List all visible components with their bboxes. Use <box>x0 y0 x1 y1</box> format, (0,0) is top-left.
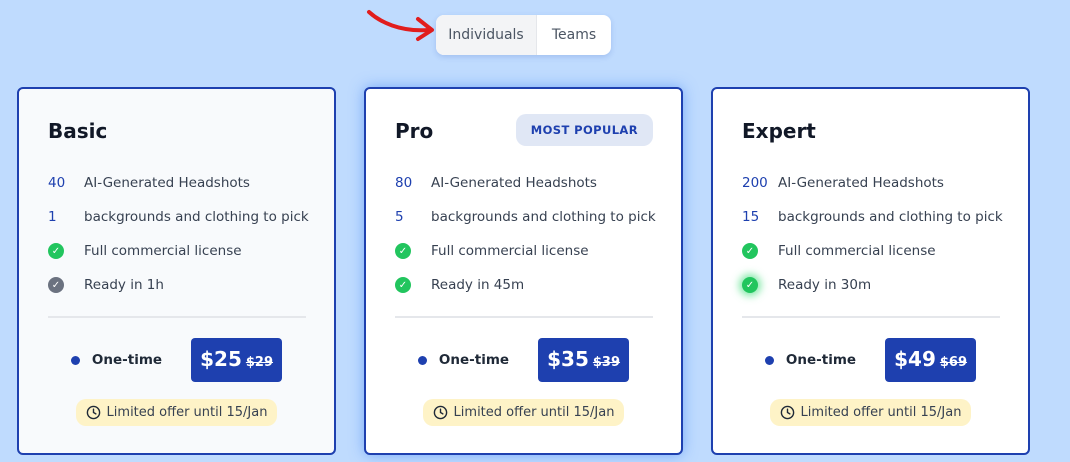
divider <box>742 316 1000 318</box>
offer-row: Limited offer until 15/Jan <box>713 399 1028 426</box>
offer-badge: Limited offer until 15/Jan <box>75 399 278 426</box>
backgrounds-count: 5 <box>395 209 404 225</box>
headshots-label: AI-Generated Headshots <box>431 175 597 191</box>
offer-text: Limited offer until 15/Jan <box>800 405 962 420</box>
plan-type-toggle: Individuals Teams <box>436 15 611 55</box>
feature-list: 200 AI-Generated Headshots 15 background… <box>742 166 1018 302</box>
payment-type-label: One-time <box>91 352 163 368</box>
toggle-individuals[interactable]: Individuals <box>436 15 537 55</box>
plan-card-expert: Expert 200 AI-Generated Headshots 15 bac… <box>711 87 1030 455</box>
divider <box>395 316 653 318</box>
feature-headshots: 80 AI-Generated Headshots <box>395 166 671 200</box>
divider <box>48 316 306 318</box>
license-label: Full commercial license <box>84 243 242 259</box>
most-popular-badge: MOST POPULAR <box>515 114 653 146</box>
price: $35 <box>547 347 589 371</box>
license-label: Full commercial license <box>431 243 589 259</box>
feature-list: 80 AI-Generated Headshots 5 backgrounds … <box>395 166 671 302</box>
plan-title: Expert <box>742 119 816 143</box>
feature-headshots: 200 AI-Generated Headshots <box>742 166 1018 200</box>
feature-license: ✓ Full commercial license <box>395 234 671 268</box>
payment-row: One-time $49 $69 <box>713 338 1028 382</box>
offer-row: Limited offer until 15/Jan <box>19 399 334 426</box>
old-price: $29 <box>245 355 274 370</box>
headshots-label: AI-Generated Headshots <box>778 175 944 191</box>
feature-backgrounds: 15 backgrounds and clothing to pick <box>742 200 1018 234</box>
feature-ready: ✓ Ready in 30m <box>742 268 1018 302</box>
feature-ready: ✓ Ready in 45m <box>395 268 671 302</box>
check-icon: ✓ <box>742 243 758 259</box>
clock-icon <box>433 405 447 420</box>
toggle-teams[interactable]: Teams <box>537 15 611 55</box>
ready-label: Ready in 45m <box>431 277 525 293</box>
ready-label: Ready in 30m <box>778 277 872 293</box>
buy-button-pro[interactable]: $35 $39 <box>538 338 630 382</box>
offer-row: Limited offer until 15/Jan <box>366 399 681 426</box>
plan-title: Basic <box>48 119 108 143</box>
backgrounds-label: backgrounds and clothing to pick <box>778 209 1003 225</box>
ready-label: Ready in 1h <box>84 277 164 293</box>
backgrounds-count: 1 <box>48 209 57 225</box>
old-price: $69 <box>939 355 968 370</box>
price: $25 <box>200 347 242 371</box>
plan-card-pro: Pro MOST POPULAR 80 AI-Generated Headsho… <box>364 87 683 455</box>
feature-list: 40 AI-Generated Headshots 1 backgrounds … <box>48 166 324 302</box>
feature-license: ✓ Full commercial license <box>48 234 324 268</box>
payment-type-label: One-time <box>785 352 857 368</box>
headshots-count: 80 <box>395 175 413 191</box>
buy-button-basic[interactable]: $25 $29 <box>191 338 283 382</box>
check-icon: ✓ <box>48 277 64 293</box>
feature-backgrounds: 1 backgrounds and clothing to pick <box>48 200 324 234</box>
license-label: Full commercial license <box>778 243 936 259</box>
check-icon: ✓ <box>742 277 758 293</box>
backgrounds-label: backgrounds and clothing to pick <box>431 209 656 225</box>
check-icon: ✓ <box>395 277 411 293</box>
clock-icon <box>86 405 100 420</box>
payment-row: One-time $25 $29 <box>19 338 334 382</box>
annotation-arrow-icon <box>367 10 434 41</box>
feature-license: ✓ Full commercial license <box>742 234 1018 268</box>
feature-backgrounds: 5 backgrounds and clothing to pick <box>395 200 671 234</box>
radio-dot-icon[interactable] <box>70 355 80 365</box>
offer-badge: Limited offer until 15/Jan <box>769 399 972 426</box>
price: $49 <box>894 347 936 371</box>
offer-badge: Limited offer until 15/Jan <box>422 399 625 426</box>
backgrounds-label: backgrounds and clothing to pick <box>84 209 309 225</box>
plan-title: Pro <box>395 119 434 143</box>
feature-headshots: 40 AI-Generated Headshots <box>48 166 324 200</box>
offer-text: Limited offer until 15/Jan <box>453 405 615 420</box>
payment-type-label: One-time <box>438 352 510 368</box>
headshots-count: 40 <box>48 175 66 191</box>
headshots-label: AI-Generated Headshots <box>84 175 250 191</box>
check-icon: ✓ <box>395 243 411 259</box>
check-icon: ✓ <box>48 243 64 259</box>
feature-ready: ✓ Ready in 1h <box>48 268 324 302</box>
buy-button-expert[interactable]: $49 $69 <box>885 338 977 382</box>
plan-card-basic: Basic 40 AI-Generated Headshots 1 backgr… <box>17 87 336 455</box>
radio-dot-icon[interactable] <box>764 355 774 365</box>
backgrounds-count: 15 <box>742 209 760 225</box>
radio-dot-icon[interactable] <box>417 355 427 365</box>
clock-icon <box>780 405 794 420</box>
offer-text: Limited offer until 15/Jan <box>106 405 268 420</box>
headshots-count: 200 <box>742 175 768 191</box>
payment-row: One-time $35 $39 <box>366 338 681 382</box>
old-price: $39 <box>592 355 621 370</box>
